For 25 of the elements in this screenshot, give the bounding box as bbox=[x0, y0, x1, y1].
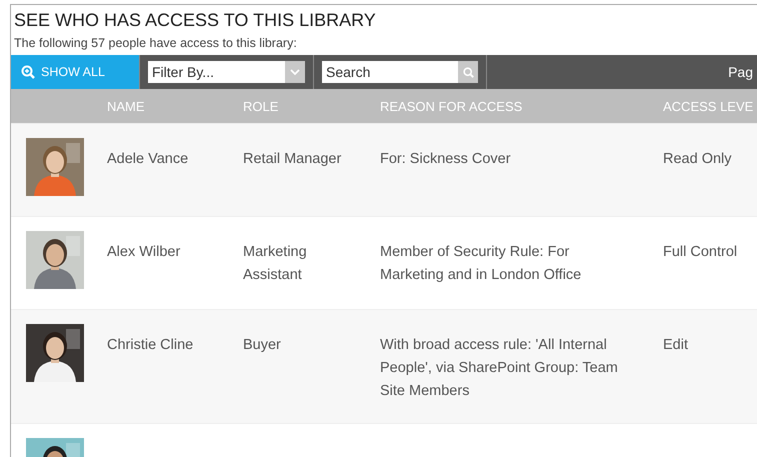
column-header: NAME bbox=[107, 98, 146, 114]
search-icon bbox=[462, 66, 474, 78]
page-title: SEE WHO HAS ACCESS TO THIS LIBRARY bbox=[13, 9, 377, 31]
column-header: REASON FOR ACCESS bbox=[380, 98, 524, 114]
role-cell-text: Retail Manager bbox=[243, 150, 342, 169]
name-cell-text: Christie Cline bbox=[107, 336, 194, 355]
column-header: ACCESS LEVE bbox=[663, 98, 754, 114]
zoom-in-icon bbox=[21, 65, 35, 79]
paging-label: Pag bbox=[728, 64, 753, 80]
reason-cell-text: For: Sickness Cover bbox=[380, 150, 512, 169]
reason-cell-text: Member of Security Rule: For Marketing and in London Office bbox=[380, 243, 582, 285]
access-level-cell-text: Edit bbox=[663, 336, 689, 355]
subtitle: The following 57 people have access to this library: bbox=[13, 36, 298, 50]
search-field[interactable]: Search bbox=[322, 61, 458, 83]
name-cell-text: Alex Wilber bbox=[107, 243, 182, 262]
filter-dropdown[interactable]: Filter By... bbox=[148, 61, 285, 83]
column-header: ROLE bbox=[243, 98, 280, 114]
access-level-cell-text: Read Only bbox=[663, 150, 733, 169]
name-cell-text: Adele Vance bbox=[107, 150, 190, 169]
reason-cell-text: With broad access rule: 'All Internal People', via SharePoint Group: Team Site Members bbox=[380, 336, 619, 401]
show-all-button[interactable]: SHOW ALL bbox=[11, 55, 139, 89]
role-cell-text: Buyer bbox=[243, 336, 282, 355]
chevron-down-icon bbox=[290, 68, 300, 76]
role-cell-text: Marketing Assistant bbox=[243, 243, 308, 285]
access-level-cell-text: Full Control bbox=[663, 243, 738, 262]
